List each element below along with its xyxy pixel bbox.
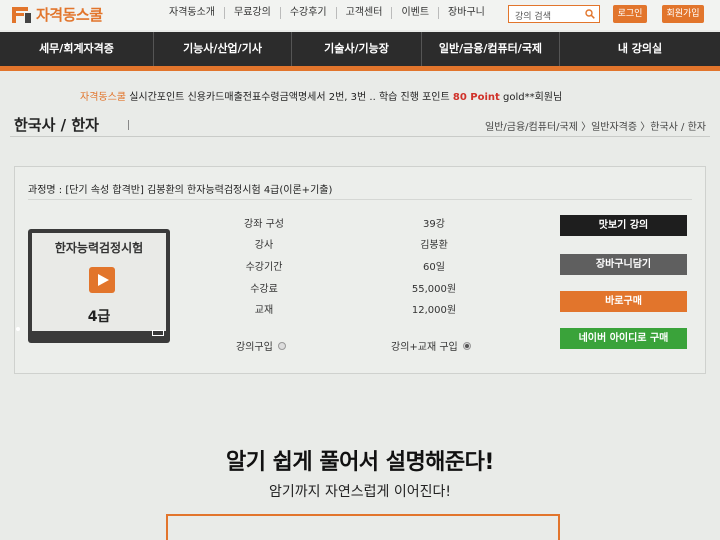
purchase-option-lecture-textbook-radio[interactable] (462, 341, 471, 350)
main-nav-item-tax-accounting[interactable]: 세무/회계자격증 (0, 32, 154, 66)
logo[interactable]: 자격동스쿨 (12, 4, 103, 25)
main-nav-item-my-classroom[interactable]: 내 강의실 (560, 32, 720, 66)
thumbnail-dot-icon (16, 327, 20, 331)
top-menu-item-event[interactable]: 이벤트 (392, 7, 440, 19)
main-nav-item-technician[interactable]: 기능사/산업/기사 (154, 32, 292, 66)
top-menu-item-reviews[interactable]: 수강후기 (281, 7, 337, 19)
info-label-period: 수강기간 (245, 262, 283, 273)
info-label-composition: 강좌 구성 (244, 219, 284, 230)
naver-purchase-button[interactable]: 네이버 아이디로 구매 (560, 328, 687, 349)
breadcrumb[interactable]: 일반/금융/컴퓨터/국제 〉일반자격증 〉한국사 / 한자 (485, 118, 706, 133)
info-label-fee: 수강료 (250, 284, 278, 295)
join-button[interactable]: 회원가입 (662, 5, 704, 23)
point-ticker: 자격동스쿨 실시간포인트 신용카드매출전표수령금액명세서 2번, 3번 .. 학… (80, 88, 562, 103)
thumbnail-screen: 한자능력검정시험 4급 (32, 233, 166, 331)
preview-lecture-button[interactable]: 맛보기 강의 (560, 215, 687, 236)
login-button[interactable]: 로그인 (613, 5, 647, 23)
purchase-option-lecture[interactable]: 강의구입 (236, 338, 286, 353)
thumbnail-grade: 4급 (87, 309, 111, 325)
add-to-cart-button[interactable]: 장바구니담기 (560, 254, 687, 275)
main-nav-item-engineer[interactable]: 기술사/기능장 (292, 32, 422, 66)
title-separator (128, 120, 129, 130)
info-value-textbook: 12,000원 (411, 305, 457, 316)
info-label-instructor: 강사 (254, 240, 274, 251)
course-name: 과정명 : [단기 속성 합격반] 김봉환의 한자능력검정시험 4급(이론+기출… (28, 185, 333, 196)
buy-now-button[interactable]: 바로구매 (560, 291, 687, 312)
info-value-fee: 55,000원 (411, 284, 457, 295)
promo-headline: 알기 쉽게 풀어서 설명해준다! (226, 450, 494, 475)
thumbnail-title: 한자능력검정시험 (54, 241, 144, 255)
ticker-text: 실시간포인트 신용카드매출전표수령금액명세서 2번, 3번 .. 학습 진행 포… (129, 92, 450, 103)
top-menu-item-cart[interactable]: 장바구니 (439, 7, 494, 19)
title-divider (10, 136, 710, 137)
search-placeholder: 강의 검색 (515, 12, 551, 22)
search-input[interactable]: 강의 검색 (508, 5, 600, 23)
purchase-option-lecture-label: 강의구입 (236, 342, 273, 353)
logo-mark-icon (12, 6, 32, 23)
course-thumbnail[interactable]: 한자능력검정시험 4급 (28, 229, 170, 343)
thumbnail-control-icon (152, 330, 164, 336)
top-menu-item-about[interactable]: 자격동소개 (160, 7, 225, 19)
purchase-option-lecture-radio[interactable] (277, 341, 286, 350)
logo-text: 자격동스쿨 (36, 6, 103, 24)
promo-frame (166, 514, 560, 540)
top-bar: 자격동스쿨 자격동소개 무료강의 수강후기 고객센터 이벤트 장바구니 강의 검… (0, 0, 720, 30)
promo-subtitle: 암기까지 자연스럽게 이어진다! (269, 484, 451, 500)
play-icon[interactable] (89, 267, 115, 293)
main-nav: 세무/회계자격증 기능사/산업/기사 기술사/기능장 일반/금융/컴퓨터/국제 … (0, 32, 720, 66)
nav-accent-line (0, 66, 720, 71)
info-value-period: 60일 (423, 262, 445, 273)
info-label-textbook: 교재 (254, 305, 274, 316)
ticker-user: gold**회원님 (503, 92, 563, 103)
course-divider (28, 199, 692, 200)
main-nav-item-general[interactable]: 일반/금융/컴퓨터/국제 (422, 32, 560, 66)
top-menu-item-free-lecture[interactable]: 무료강의 (225, 7, 281, 19)
info-value-instructor: 김봉환 (420, 240, 448, 251)
ticker-points: 80 Point (452, 92, 500, 103)
info-value-composition: 39강 (423, 219, 445, 230)
top-menu: 자격동소개 무료강의 수강후기 고객센터 이벤트 장바구니 (160, 7, 494, 19)
page-title: 한국사 / 한자 (14, 116, 99, 134)
top-menu-item-customer-center[interactable]: 고객센터 (337, 7, 393, 19)
purchase-option-lecture-textbook[interactable]: 강의+교재 구입 (391, 338, 471, 353)
purchase-option-lecture-textbook-label: 강의+교재 구입 (391, 342, 458, 353)
search-icon[interactable] (585, 9, 595, 19)
ticker-brand: 자격동스쿨 (80, 92, 126, 103)
